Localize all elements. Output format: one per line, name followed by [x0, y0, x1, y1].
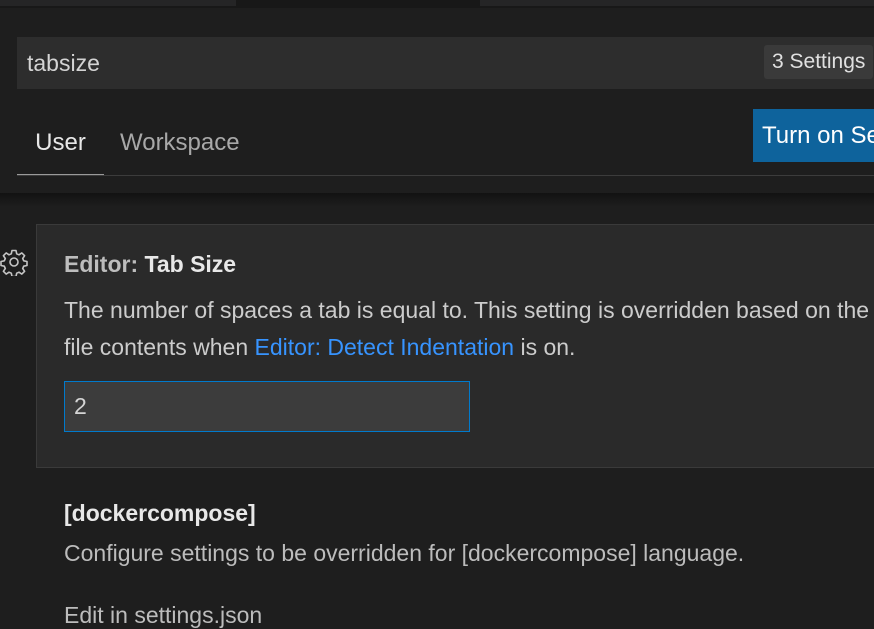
- setting-title-dockercompose: [dockercompose]: [64, 500, 256, 526]
- description-text: is on.: [514, 334, 576, 360]
- setting-title: Editor: Tab Size: [64, 251, 236, 278]
- settings-search-box[interactable]: [17, 37, 874, 89]
- editor-tab[interactable]: [480, 0, 874, 6]
- turn-on-settings-sync-button[interactable]: Turn on Settings Sync: [753, 109, 874, 162]
- editor-tab-strip: [0, 0, 874, 8]
- settings-editor: 3 Settings User Workspace Turn on Settin…: [0, 0, 874, 629]
- tabs-divider: [17, 175, 874, 176]
- settings-search-input[interactable]: [27, 37, 323, 89]
- setting-category: Editor:: [64, 251, 145, 277]
- tab-workspace[interactable]: Workspace: [120, 110, 240, 176]
- editor-tab[interactable]: [0, 0, 236, 6]
- detect-indentation-link[interactable]: Editor: Detect Indentation: [255, 334, 515, 360]
- tab-size-input[interactable]: [64, 381, 470, 432]
- setting-description-line: file contents when Editor: Detect Indent…: [64, 329, 874, 366]
- header-shadow: [0, 193, 874, 207]
- result-count-badge: 3 Settings: [764, 45, 874, 79]
- setting-name: Tab Size: [144, 251, 237, 277]
- tab-user[interactable]: User: [17, 110, 104, 176]
- edit-in-settings-json-link[interactable]: Edit in settings.json: [64, 602, 262, 629]
- setting-description-line: The number of spaces a tab is equal to. …: [64, 297, 870, 323]
- setting-description-dockercompose: Configure settings to be overridden for …: [64, 540, 745, 566]
- setting-description: The number of spaces a tab is equal to. …: [64, 292, 874, 366]
- gear-icon[interactable]: [0, 248, 28, 278]
- description-text: file contents when: [64, 334, 255, 360]
